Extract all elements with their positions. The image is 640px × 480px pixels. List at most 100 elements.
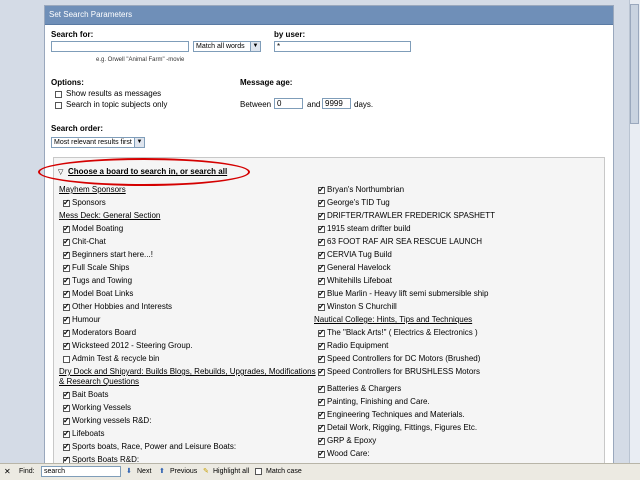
board-label: Whitehills Lifeboat <box>327 276 392 285</box>
find-previous-button[interactable]: Previous <box>170 467 197 477</box>
board-checkbox[interactable] <box>63 237 70 246</box>
board-group-heading[interactable]: Mess Deck: General Section <box>59 211 160 221</box>
board-label: Tugs and Towing <box>72 276 133 285</box>
board-checkbox[interactable] <box>63 302 70 311</box>
board-label: Admin Test & recycle bin <box>72 354 160 363</box>
pencil-icon: ✎ <box>203 468 209 475</box>
chevron-down-icon: ▼ <box>134 138 144 147</box>
board-checkbox[interactable] <box>318 250 325 259</box>
board-label: Working vessels R&D: <box>72 416 152 425</box>
board-checkbox[interactable] <box>63 328 70 337</box>
board-label: Lifeboats <box>72 429 105 438</box>
topic-subjects-label: Search in topic subjects only <box>66 100 168 109</box>
board-checkbox[interactable] <box>318 436 325 445</box>
board-label: Chit-Chat <box>72 237 106 246</box>
topic-subjects-checkbox[interactable] <box>55 102 62 109</box>
board-checkbox[interactable] <box>318 224 325 233</box>
match-case-checkbox[interactable] <box>255 468 262 475</box>
board-label: Beginners start here...! <box>72 250 153 259</box>
board-label: Batteries & Chargers <box>327 384 402 393</box>
board-checkbox[interactable] <box>63 442 70 451</box>
board-checkbox[interactable] <box>318 328 325 337</box>
board-label: Winston S Churchill <box>327 302 397 311</box>
close-icon[interactable]: ✕ <box>4 467 11 477</box>
board-label: Sponsors <box>72 198 106 207</box>
board-checkbox[interactable] <box>63 289 70 298</box>
board-checkbox[interactable] <box>318 302 325 311</box>
board-checkbox[interactable] <box>318 198 325 207</box>
board-label: Radio Equipment <box>327 341 389 350</box>
board-group-heading[interactable]: Mayhem Sponsors <box>59 185 126 195</box>
find-next-button[interactable]: Next <box>137 467 151 477</box>
board-checkbox[interactable] <box>63 224 70 233</box>
board-label: Painting, Finishing and Care. <box>327 397 430 406</box>
board-label: Wicksteed 2012 - Steering Group. <box>72 341 193 350</box>
user-input[interactable]: * <box>274 41 411 52</box>
board-label: The "Black Arts!" ( Electrics & Electron… <box>327 328 478 337</box>
board-label: Wood Care: <box>327 449 370 458</box>
board-label: Blue Marlin - Heavy lift semi submersibl… <box>327 289 489 298</box>
board-checkbox[interactable] <box>63 429 70 438</box>
board-checkbox[interactable] <box>318 289 325 298</box>
board-checkbox[interactable] <box>63 198 70 207</box>
board-checkbox[interactable] <box>318 354 325 363</box>
board-group-heading[interactable]: Nautical College: Hints, Tips and Techni… <box>314 315 472 325</box>
board-checkbox[interactable] <box>63 356 70 363</box>
find-label: Find: <box>19 468 35 475</box>
board-label: Working Vessels <box>72 403 131 412</box>
age-to-input[interactable]: 9999 <box>322 98 351 109</box>
board-checkbox[interactable] <box>318 410 325 419</box>
board-checkbox[interactable] <box>318 367 325 376</box>
board-checkbox[interactable] <box>318 341 325 350</box>
search-input[interactable] <box>51 41 189 52</box>
browser-viewport: Set Search Parameters Search for: Match … <box>0 0 640 463</box>
highlight-circle <box>38 158 250 186</box>
board-label: 63 FOOT RAF AIR SEA RESCUE LAUNCH <box>327 237 483 246</box>
board-label: George's TID Tug <box>327 198 390 207</box>
match-mode-value: Match all words <box>196 43 245 50</box>
board-checkbox[interactable] <box>318 263 325 272</box>
board-label: Sports boats, Race, Power and Leisure Bo… <box>72 442 237 451</box>
board-checkbox[interactable] <box>318 276 325 285</box>
find-input[interactable]: search <box>41 466 121 477</box>
board-checkbox[interactable] <box>318 237 325 246</box>
board-label: Detail Work, Rigging, Fittings, Figures … <box>327 423 478 432</box>
board-checkbox[interactable] <box>318 185 325 194</box>
board-label: CERVIA Tug Build <box>327 250 392 259</box>
board-checkbox[interactable] <box>318 449 325 458</box>
and-label: and <box>307 100 321 109</box>
board-group-heading[interactable]: Dry Dock and Shipyard: Builds Blogs, Reb… <box>59 367 316 377</box>
board-checkbox[interactable] <box>318 211 325 220</box>
board-checkbox[interactable] <box>63 390 70 399</box>
scrollbar-thumb[interactable] <box>630 4 639 124</box>
show-messages-checkbox[interactable] <box>55 91 62 98</box>
by-user-label: by user: <box>274 30 306 39</box>
between-label: Between <box>240 100 272 109</box>
board-checkbox[interactable] <box>318 423 325 432</box>
board-checkbox[interactable] <box>63 315 70 324</box>
board-label: Model Boating <box>72 224 124 233</box>
board-checkbox[interactable] <box>63 403 70 412</box>
board-label: 1915 steam drifter build <box>327 224 411 233</box>
search-order-select[interactable]: Most relevant results first ▼ <box>51 137 145 148</box>
board-label: Model Boat Links <box>72 289 134 298</box>
board-checkbox[interactable] <box>63 276 70 285</box>
board-checkbox[interactable] <box>318 397 325 406</box>
board-checkbox[interactable] <box>63 341 70 350</box>
board-checkbox[interactable] <box>63 250 70 259</box>
board-label: Humour <box>72 315 101 324</box>
match-mode-select[interactable]: Match all words ▼ <box>193 41 261 52</box>
board-checkbox[interactable] <box>63 416 70 425</box>
days-label: days. <box>354 100 374 109</box>
board-label: Sports Boats R&D: <box>72 455 140 463</box>
options-label: Options: <box>51 78 84 87</box>
board-label: Other Hobbies and Interests <box>72 302 173 311</box>
board-checkbox[interactable] <box>318 384 325 393</box>
board-group-heading-cont[interactable]: & Research Questions <box>59 377 139 387</box>
board-checkbox[interactable] <box>63 263 70 272</box>
search-hint: e.g. Orwell "Animal Farm" -movie <box>96 57 185 63</box>
age-from-input[interactable]: 0 <box>274 98 303 109</box>
board-label: Moderators Board <box>72 328 137 337</box>
board-label: General Havelock <box>327 263 391 272</box>
highlight-all-button[interactable]: Highlight all <box>213 467 249 477</box>
